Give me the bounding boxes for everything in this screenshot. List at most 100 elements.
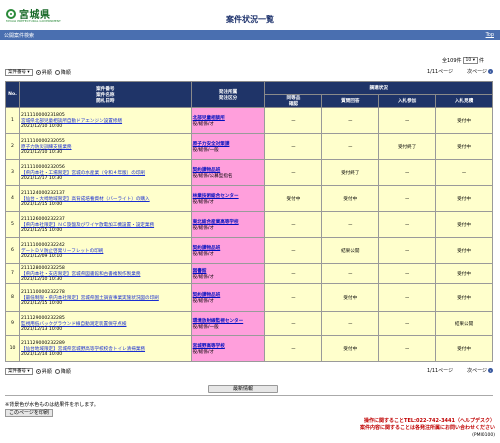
case-cell: 211110000232056 【県内本社・工場限定】宮城の水産業（令和４年版）の… [18, 159, 192, 186]
next-arrow-icon: › [488, 69, 493, 74]
page-indicator-bottom: 1/11ページ [426, 368, 454, 374]
dept-cell: 北部児童相談所 役/総係/オ [190, 107, 266, 134]
qa-status: 結果公開 [321, 237, 380, 264]
qa-status: ー [321, 107, 380, 134]
count-unit: 件 [478, 58, 484, 64]
join-status: ー [378, 311, 437, 336]
join-status: ー [378, 335, 437, 362]
divider [5, 395, 493, 396]
table-row: 2 211110000232055 原子力防災訓練支援業務 2021/12/10 10… [5, 133, 493, 160]
dept-cell: 宮城野高等学校 役/総係/オ [190, 335, 266, 362]
per-page-select[interactable]: 10 ▾ [462, 57, 478, 64]
table-row: 5 211126000232237 【県内本社限定】ＮＣ旋盤及びワイヤ放電加工機設置… [5, 211, 493, 238]
order-kind: 役/総係/オ [192, 298, 215, 304]
table-row: 1 211110000231805 宮城県北部児童相談所自動ドアエンジン設置修繕 20… [5, 107, 493, 134]
review-status: 受付中 [435, 133, 493, 160]
equiv-status: ー [264, 211, 323, 238]
equiv-status: ー [264, 283, 323, 312]
col-review: 入札見積 [435, 94, 493, 108]
join-status: ー [378, 237, 437, 264]
review-status: ー [435, 159, 493, 186]
order-kind: 役/総係/オ [192, 251, 215, 257]
row-number: 4 [5, 185, 20, 212]
table-row: 9 211129000232285 監視用低バックグラウンド線自動測定装置保守点検 2… [5, 311, 493, 336]
equiv-status: 受付中 [264, 185, 323, 212]
print-page-button[interactable]: このページを印刷 [5, 409, 53, 417]
case-cell: 211126000232237 【県内本社限定】ＮＣ旋盤及びワイヤ放電加工機設置・… [18, 211, 192, 238]
sort-controls-bottom: 案件番号 ▾ 昇順 降順 1/11ページ 次ページ › [5, 367, 493, 375]
review-status: 受付中 [435, 283, 493, 312]
equiv-status: ー [264, 107, 323, 134]
equiv-status: ー [264, 263, 323, 284]
helpdesk-line: 操作に関することTEL:022-742-3441（ヘルプデスク） [364, 418, 495, 424]
sort-desc-radio[interactable] [54, 69, 60, 75]
row-number: 9 [5, 311, 20, 336]
col-join: 入札参加 [378, 94, 437, 108]
order-kind: 役/総係/オ [192, 121, 215, 127]
table-row: 3 211110000232056 【県内本社・工場限定】宮城の水産業（令和４年版）… [5, 159, 493, 186]
sort-asc-radio[interactable] [35, 69, 41, 75]
case-cell: 211110000232278 【最低制限・県内本社限定】宮城県国土調査事業実施状… [18, 283, 192, 312]
dept-cell: 契約課物品班 役/総係/公募型指名 [190, 159, 266, 186]
qa-status: ー [321, 211, 380, 238]
sort-field-select-bottom[interactable]: 案件番号 ▾ [5, 367, 33, 375]
row-number: 7 [5, 263, 20, 284]
sort-desc-radio-bottom[interactable] [54, 368, 60, 374]
sort-field-select[interactable]: 案件番号 ▾ [5, 68, 33, 76]
equiv-status: ー [264, 335, 323, 362]
sort-asc-radio-bottom[interactable] [35, 368, 41, 374]
next-page-link-bottom[interactable]: 次ページ › [467, 367, 493, 374]
row-number: 8 [5, 283, 20, 312]
order-kind: 役/総係/一般 [192, 147, 219, 153]
case-cell: 211129000232289 【仙台地域限定】宮城県宮城野高等学校校舎トイレ清掃… [18, 335, 192, 362]
pager-bottom: 1/11ページ 次ページ › [427, 367, 493, 374]
opening-datetime: 2021/12/13 10:00 [20, 326, 63, 332]
review-status: 受付中 [435, 237, 493, 264]
qa-status: ー [321, 133, 380, 160]
opening-datetime: 2021/12/09 10:10 [20, 253, 63, 259]
result-count: 全109件 10 ▾ 件 [442, 57, 484, 64]
inquiry-line: 案件内容に関することは各発注所属にお問い合わせください [359, 425, 495, 431]
dept-cell: 契約課物品班 役/総係/オ [190, 283, 266, 312]
equiv-status: ー [264, 133, 323, 160]
table-row: 4 211124000232137 【仙台・大崎地域限定】高背成培養資材（バーライト… [5, 185, 493, 212]
opening-datetime: 2021/12/10 10:30 [20, 276, 63, 282]
equiv-status: ー [264, 159, 323, 186]
next-page-link[interactable]: 次ページ › [467, 68, 493, 75]
col-equiv: 同等品 確認 [264, 94, 323, 108]
sort-desc-label-bottom: 降順 [60, 368, 71, 375]
join-status: ー [378, 185, 437, 212]
latest-info-button[interactable]: 最新情報 [208, 385, 278, 393]
total-count: 全109件 [442, 58, 462, 64]
dept-cell: 原子力安全対策課 役/総係/一般 [190, 133, 266, 160]
order-kind: 役/総係/オ [192, 274, 215, 280]
col-dept: 発注所属 発注区分 [190, 81, 266, 108]
breadcrumb-public-search[interactable]: 公開案件検索 [4, 32, 34, 39]
case-cell: 211128000232258 【県内本社・支店限定】宮城県図書館和古書複製作製業… [18, 263, 192, 284]
qa-status: 受付中 [321, 283, 380, 312]
review-status: 受付中 [435, 211, 493, 238]
page-title: 案件状況一覧 [226, 15, 274, 24]
order-kind: 役/総係/一般 [192, 324, 219, 330]
join-status: ー [378, 159, 437, 186]
col-qa: 質問回答 [321, 94, 380, 108]
table-row: 8 211110000232278 【最低制限・県内本社限定】宮城県国土調査事業実施… [5, 283, 493, 312]
next-arrow-icon: › [488, 368, 493, 373]
row-number: 10 [5, 335, 20, 362]
case-cell: 211110000232242 デートＤＶ防止啓発リーフレットの印刷 2021/12… [18, 237, 192, 264]
dept-cell: 東北総合産業高等学校 役/総係/オ [190, 211, 266, 238]
case-table: No. 案件番号 案件名称 開札日時 発注所属 発注区分 調達状況 同等品 確認… [5, 81, 493, 362]
opening-datetime: 2021/12/14 10:00 [20, 351, 63, 357]
join-status: ー [378, 283, 437, 312]
order-kind: 役/総係/オ [192, 225, 215, 231]
opening-datetime: 2021/12/10 10:30 [20, 149, 63, 155]
opening-datetime: 2021/12/15 10:00 [20, 300, 63, 306]
equiv-status: ー [264, 311, 323, 336]
top-link[interactable]: Top [486, 32, 494, 38]
navbar: 公開案件検索 Top [0, 30, 500, 40]
review-status: 受付中 [435, 107, 493, 134]
row-number: 1 [5, 107, 20, 134]
order-kind: 役/総係/オ [192, 199, 215, 205]
opening-datetime: 2021/12/15 10:00 [20, 201, 63, 207]
qa-status: ー [321, 263, 380, 284]
